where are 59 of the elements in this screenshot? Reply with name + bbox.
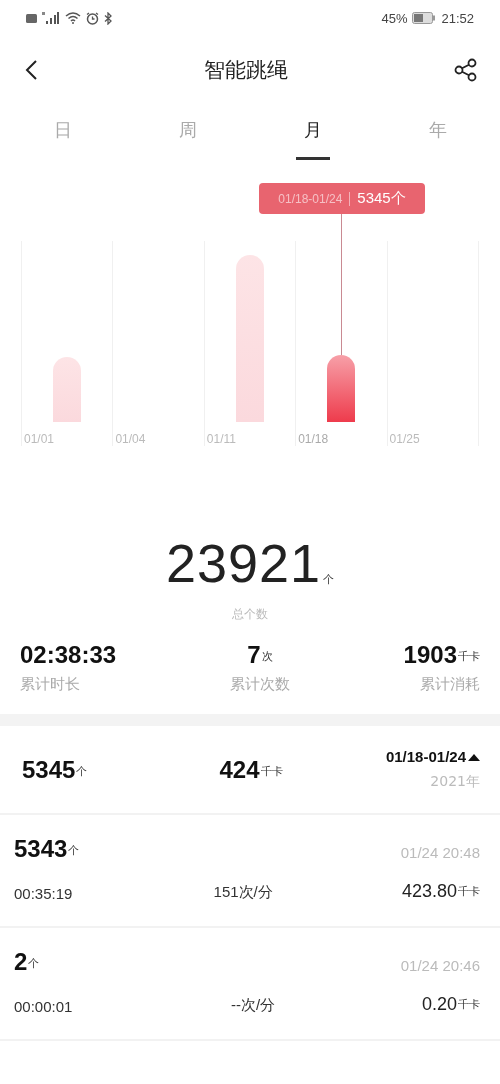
- period-tab[interactable]: 日: [0, 104, 125, 166]
- period-tab[interactable]: 周: [125, 104, 250, 166]
- unit-label: 千卡: [458, 997, 480, 1013]
- bar: [53, 356, 82, 422]
- record-time: 01/24 20:48: [400, 844, 480, 861]
- chart-column[interactable]: 01/04: [112, 241, 204, 446]
- record-count: 5343: [14, 837, 68, 861]
- record-calories: 0.20: [421, 994, 457, 1015]
- stat-label: 累计时长: [20, 675, 80, 694]
- axis-label: 01/01: [23, 431, 56, 446]
- period-tab[interactable]: 年: [375, 104, 500, 166]
- page-title: 智能跳绳: [204, 57, 288, 84]
- bar: [327, 355, 356, 422]
- bluetooth-icon: [104, 11, 112, 25]
- total-label: 总个数: [232, 606, 268, 623]
- record-count: 2: [14, 950, 28, 974]
- unit-label: 个: [323, 572, 335, 588]
- record-rate: --次/分: [231, 996, 276, 1015]
- year-label: 2021年: [430, 773, 480, 791]
- week-range: 01/18-01/24: [385, 748, 466, 765]
- unit-label: 个: [76, 763, 88, 780]
- stat-value: 1903: [403, 643, 457, 667]
- week-calories: 424: [219, 757, 260, 782]
- tooltip-range: 01/18-01/24: [278, 191, 343, 206]
- clock-time: 21:52: [441, 10, 474, 26]
- stat-value: 7: [247, 643, 261, 667]
- chart-column[interactable]: 01/01: [21, 241, 113, 446]
- tooltip-count: 5345个: [357, 189, 406, 208]
- battery-percent: 45%: [381, 10, 408, 26]
- unit-label: 千卡: [458, 884, 480, 900]
- record-rate: 151次/分: [213, 883, 273, 902]
- sim-card-icon: [26, 13, 37, 23]
- period-tab[interactable]: 月: [250, 104, 375, 166]
- unit-label: 次: [261, 649, 273, 665]
- stat-label: 累计次数: [229, 675, 290, 694]
- wifi-icon: [65, 12, 81, 24]
- unit-label: 个: [68, 843, 80, 859]
- stat-value: 02:38:33: [20, 643, 117, 667]
- axis-label: 01/04: [114, 431, 147, 446]
- chart-column[interactable]: 01/11: [203, 241, 296, 446]
- record-calories: 423.80: [401, 881, 457, 902]
- stat-label: 累计消耗: [420, 675, 480, 694]
- axis-label: 01/25: [388, 431, 421, 446]
- week-count: 5345: [22, 757, 76, 782]
- alarm-icon: [86, 11, 99, 25]
- chart-column[interactable]: 01/25: [386, 241, 478, 446]
- unit-label: 千卡: [260, 763, 283, 780]
- total-count: 23921: [165, 536, 322, 590]
- battery-icon: [412, 12, 437, 24]
- collapse-icon[interactable]: [468, 752, 480, 761]
- signal-icon: [42, 12, 60, 24]
- chart-column[interactable]: 01/18: [295, 241, 387, 446]
- record-time: 01/24 20:46: [400, 957, 480, 974]
- axis-label: 01/11: [205, 431, 237, 446]
- record-duration: 00:00:01: [14, 998, 73, 1015]
- unit-label: 千卡: [458, 649, 480, 665]
- unit-label: 个: [28, 956, 40, 972]
- record-duration: 00:35:19: [14, 885, 73, 902]
- axis-label: 01/18: [297, 431, 330, 446]
